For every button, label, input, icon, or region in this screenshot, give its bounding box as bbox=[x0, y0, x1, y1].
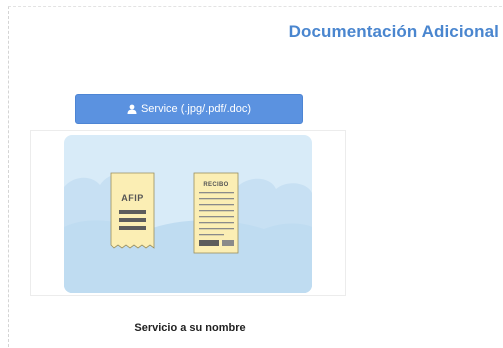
afip-document-icon: AFIP bbox=[110, 172, 155, 249]
preview-caption: Servicio a su nombre bbox=[134, 322, 246, 334]
recibo-document-icon: RECIBO bbox=[193, 172, 239, 254]
recibo-label: RECIBO bbox=[203, 182, 228, 188]
upload-service-button[interactable]: Service (.jpg/.pdf/.doc) bbox=[75, 94, 303, 124]
user-icon bbox=[127, 104, 137, 114]
section-title: Documentación Adicional bbox=[288, 22, 499, 41]
cloud-shapes bbox=[64, 173, 312, 293]
afip-label: AFIP bbox=[121, 193, 144, 203]
upload-button-label: Service (.jpg/.pdf/.doc) bbox=[140, 103, 252, 115]
document-illustration: AFIP RECIBO bbox=[64, 135, 312, 293]
